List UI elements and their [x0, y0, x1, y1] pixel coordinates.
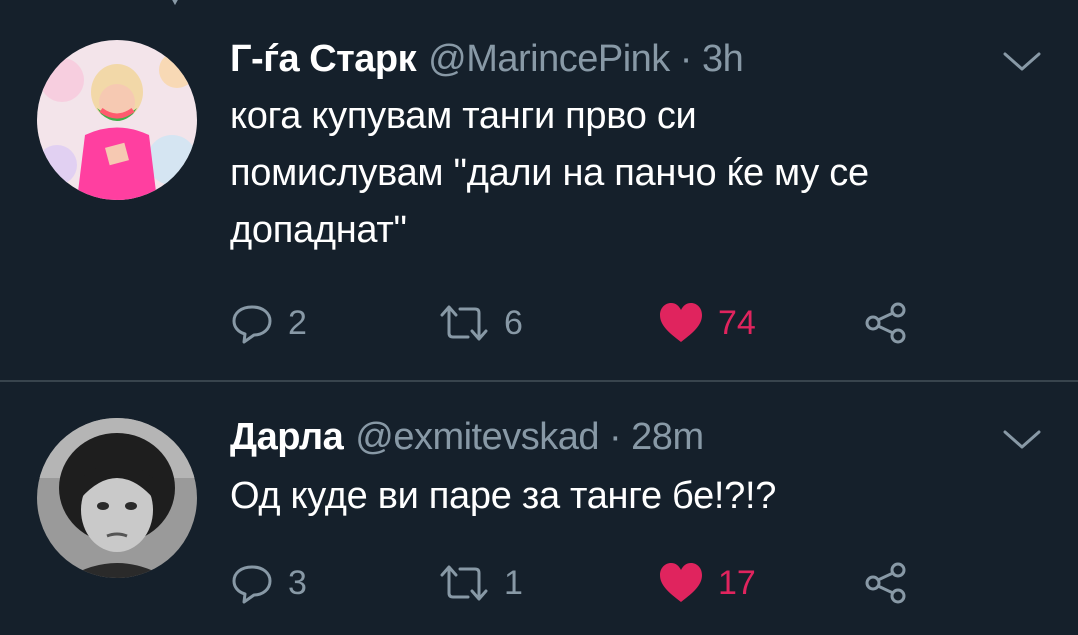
retweet-button[interactable]: 6 — [438, 298, 523, 348]
reply-button[interactable]: 3 — [230, 558, 307, 608]
separator-dot: · — [679, 38, 693, 80]
tweet[interactable]: Дарла @exmitevskad · 28m Од куде ви паре… — [0, 382, 1078, 635]
tweet-actions: 3 1 17 — [230, 558, 1030, 608]
like-count: 17 — [718, 563, 756, 602]
user-handle[interactable]: @MarincePink — [428, 38, 670, 81]
chevron-down-icon[interactable] — [1002, 428, 1042, 452]
tweet-header: Дарла @exmitevskad · 28m — [230, 416, 704, 460]
retweet-count: 1 — [504, 563, 523, 602]
liked-banner-cut-off — [160, 0, 220, 8]
timeline: Г-ѓа Старк @MarincePink · 3h кога купува… — [0, 0, 1078, 635]
share-icon — [865, 562, 906, 604]
like-button[interactable]: 74 — [658, 298, 756, 348]
timestamp[interactable]: 3h — [702, 38, 744, 81]
tweet-header: Г-ѓа Старк @MarincePink · 3h — [230, 38, 744, 82]
reply-count: 3 — [288, 563, 307, 602]
separator-dot: · — [609, 416, 622, 458]
share-button[interactable] — [862, 558, 910, 608]
tweet-text-line: помислувам "дали на панчо ќе му се — [230, 152, 869, 194]
avatar-image — [37, 418, 197, 578]
display-name[interactable]: Дарла — [230, 416, 344, 459]
tweet-text: кога купувам танги прво си помислувам "д… — [230, 88, 1030, 259]
retweet-count: 6 — [504, 303, 523, 342]
avatar[interactable] — [37, 418, 197, 578]
chevron-down-icon[interactable] — [1002, 50, 1042, 74]
retweet-icon — [440, 305, 488, 341]
like-button[interactable]: 17 — [658, 558, 756, 608]
heart-filled-icon — [660, 563, 702, 602]
heart-outline-icon — [160, 0, 190, 16]
avatar-image — [37, 40, 197, 200]
avatar[interactable] — [37, 40, 197, 200]
tweet-text-line: кога купувам танги прво си — [230, 95, 697, 137]
tweet-actions: 2 6 74 — [230, 298, 1030, 348]
reply-icon — [232, 305, 272, 344]
tweet-text-line: Од куде ви паре за танге бе!?!? — [230, 475, 777, 517]
retweet-icon — [440, 565, 488, 601]
tweet-text: Од куде ви паре за танге бе!?!? — [230, 468, 1030, 525]
tweet-text-line: допаднат" — [230, 209, 407, 251]
heart-filled-icon — [660, 303, 702, 342]
timestamp[interactable]: 28m — [631, 416, 704, 459]
reply-icon — [232, 565, 272, 604]
tweet[interactable]: Г-ѓа Старк @MarincePink · 3h кога купува… — [0, 22, 1078, 380]
share-icon — [865, 302, 906, 344]
retweet-button[interactable]: 1 — [438, 558, 523, 608]
user-handle[interactable]: @exmitevskad — [355, 416, 599, 459]
reply-button[interactable]: 2 — [230, 298, 307, 348]
reply-count: 2 — [288, 303, 307, 342]
like-count: 74 — [718, 303, 756, 342]
display-name[interactable]: Г-ѓа Старк — [230, 38, 417, 81]
share-button[interactable] — [862, 298, 910, 348]
